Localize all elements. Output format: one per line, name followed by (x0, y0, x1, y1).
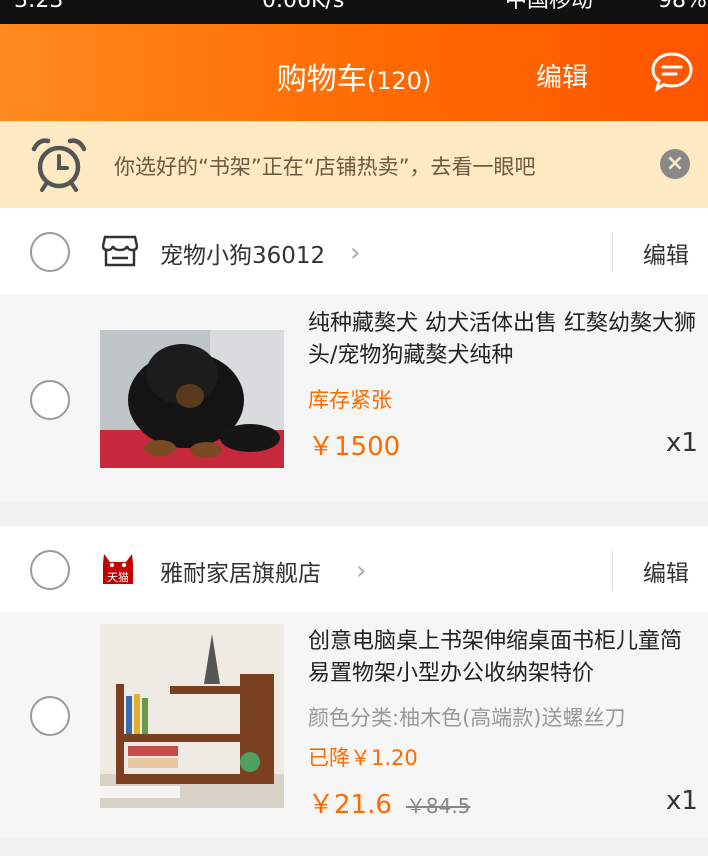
item-quantity[interactable]: x1 (666, 786, 698, 816)
store-icon (102, 235, 138, 267)
status-speed: 0.06K/s (262, 0, 345, 13)
item-price-group: ￥21.6 ￥84.5 (308, 784, 470, 821)
shop-header: 宠物小狗36012 › 编辑 (0, 208, 708, 294)
edit-cart-button[interactable]: 编辑 (536, 57, 588, 94)
divider (612, 550, 613, 590)
shop-card: 天猫 雅耐家居旗舰店 › 编辑 创意电脑桌上书架伸缩桌面书柜儿童简易置物架小型办… (0, 526, 708, 838)
shop-name[interactable]: 宠物小狗36012 (160, 236, 325, 270)
chevron-right-icon[interactable]: › (356, 556, 366, 586)
divider (612, 232, 613, 272)
cart-item[interactable]: 创意电脑桌上书架伸缩桌面书柜儿童简易置物架小型办公收纳架特价 颜色分类:柚木色(… (0, 612, 708, 838)
tmall-cat-icon: 天猫 (103, 554, 133, 584)
tmall-badge-text: 天猫 (107, 571, 129, 584)
item-price: ￥1500 (308, 432, 401, 462)
item-title[interactable]: 纯种藏獒犬 幼犬活体出售 红獒幼獒大狮头/宠物狗藏獒犬纯种 (308, 308, 698, 372)
alarm-clock-icon (31, 138, 87, 192)
shop-card: 宠物小狗36012 › 编辑 纯种藏獒犬 幼犬活体出售 红獒幼獒大狮头/宠物狗藏… (0, 208, 708, 502)
price-drop-note: 已降￥1.20 (308, 746, 418, 770)
close-icon[interactable]: × (660, 149, 690, 179)
item-quantity[interactable]: x1 (666, 428, 698, 458)
status-bar: 3:23 0.06K/s 中国移动 98% (0, 0, 708, 24)
shop-name[interactable]: 雅耐家居旗舰店 (160, 554, 321, 588)
item-select-checkbox[interactable] (30, 380, 70, 420)
cart-count: (120) (366, 67, 432, 95)
stock-warning: 库存紧张 (308, 388, 392, 412)
original-price: ￥84.5 (405, 794, 471, 818)
product-image[interactable] (100, 624, 284, 808)
status-battery: 98% (658, 0, 707, 13)
page-title: 购物车(120) (0, 54, 708, 98)
banner-text: 你选好的“书架”正在“店铺热卖”，去看一眼吧 (114, 155, 536, 179)
shop-edit-button[interactable]: 编辑 (643, 236, 689, 270)
item-price: ￥21.6 (308, 790, 392, 820)
product-image[interactable] (100, 330, 284, 468)
message-icon[interactable] (650, 50, 694, 94)
cart-item[interactable]: 纯种藏獒犬 幼犬活体出售 红獒幼獒大狮头/宠物狗藏獒犬纯种 库存紧张 ￥1500… (0, 294, 708, 502)
promo-banner[interactable]: 你选好的“书架”正在“店铺热卖”，去看一眼吧 × (0, 121, 708, 208)
cart-header: 购物车(120) 编辑 (0, 24, 708, 121)
status-carrier: 中国移动 (505, 0, 594, 13)
item-title[interactable]: 创意电脑桌上书架伸缩桌面书柜儿童简易置物架小型办公收纳架特价 (308, 626, 698, 690)
item-spec[interactable]: 颜色分类:柚木色(高端款)送螺丝刀 (308, 702, 625, 732)
item-select-checkbox[interactable] (30, 696, 70, 736)
shop-select-checkbox[interactable] (30, 550, 70, 590)
shop-edit-button[interactable]: 编辑 (643, 554, 689, 588)
shop-select-checkbox[interactable] (30, 232, 70, 272)
page-title-text: 购物车 (276, 62, 367, 97)
chevron-right-icon[interactable]: › (350, 238, 360, 268)
status-time: 3:23 (14, 0, 64, 13)
shop-header: 天猫 雅耐家居旗舰店 › 编辑 (0, 526, 708, 612)
